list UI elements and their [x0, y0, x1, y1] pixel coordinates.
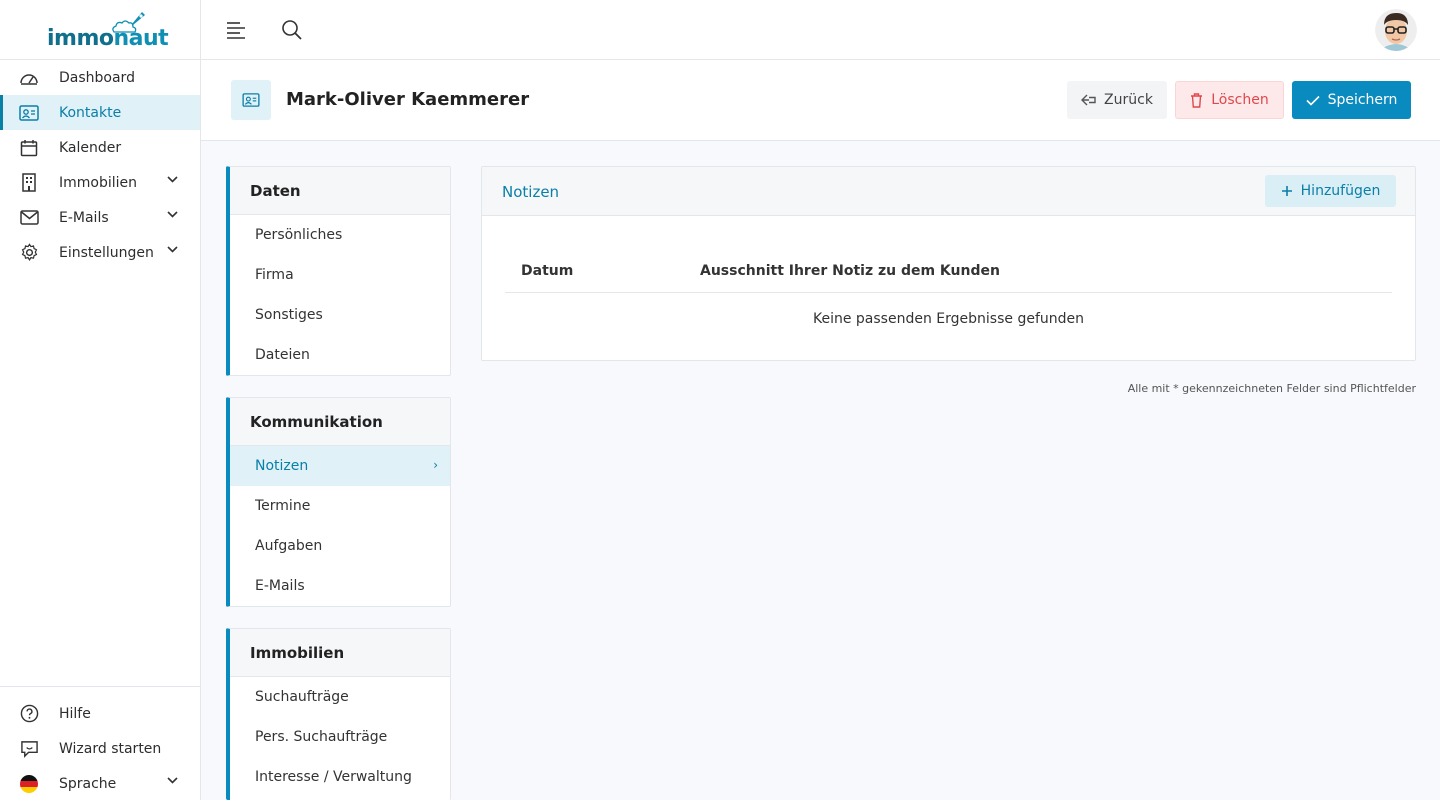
subnav-item-pers-suchauftraege[interactable]: Pers. Suchaufträge [230, 717, 450, 757]
chevron-down-icon [167, 777, 178, 784]
subnav-item-sonstiges[interactable]: Sonstiges [230, 295, 450, 335]
page-title: Mark-Oliver Kaemmerer [286, 89, 530, 110]
search-icon[interactable] [281, 19, 303, 41]
subnav-item-suchauftraege[interactable]: Suchaufträge [230, 677, 450, 717]
menu-toggle-icon[interactable] [225, 20, 247, 40]
sidebar-item-kontakte[interactable]: Kontakte [0, 95, 200, 130]
brand-logo[interactable]: immonaut [0, 0, 200, 60]
subnav-card-title: Immobilien [230, 629, 450, 677]
delete-button-label: Löschen [1211, 92, 1269, 108]
contact-card-icon [18, 102, 40, 124]
sidebar-nav: Dashboard Kontakte Kalender Immobilien E… [0, 60, 200, 270]
chevron-right-icon: › [433, 458, 438, 472]
back-button-label: Zurück [1104, 92, 1153, 108]
subnav-card-title: Kommunikation [230, 398, 450, 446]
notes-panel-title: Notizen [502, 183, 560, 201]
sidebar-item-sprache[interactable]: Sprache [0, 766, 200, 800]
empty-state-text: Keine passenden Ergebnisse gefunden [813, 311, 1084, 327]
save-button-label: Speichern [1327, 92, 1398, 108]
notes-table-header: Datum Ausschnitt Ihrer Notiz zu dem Kund… [505, 259, 1392, 293]
sidebar-item-label: Sprache [59, 775, 117, 792]
sidebar-item-einstellungen[interactable]: Einstellungen [0, 235, 200, 270]
sidebar-item-label: Kalender [59, 139, 122, 156]
contact-card-icon [231, 80, 271, 120]
wizard-icon [18, 738, 40, 760]
column-header-notiz[interactable]: Ausschnitt Ihrer Notiz zu dem Kunden [700, 263, 1000, 279]
sidebar-item-label: Wizard starten [59, 740, 162, 757]
gear-icon [18, 242, 40, 264]
german-flag-icon [18, 773, 40, 795]
add-note-button[interactable]: Hinzufügen [1265, 175, 1396, 207]
user-avatar[interactable] [1375, 9, 1417, 51]
chevron-down-icon [167, 176, 178, 183]
sidebar-bottom: Hilfe Wizard starten Sprache [0, 686, 200, 800]
sidebar-item-label: Immobilien [59, 174, 138, 191]
notes-panel: Notizen Hinzufügen Datum Ausschnitt Ihre… [481, 166, 1416, 361]
building-icon [18, 172, 40, 194]
notes-panel-header: Notizen Hinzufügen [482, 167, 1415, 216]
add-note-label: Hinzufügen [1300, 183, 1381, 199]
subnav-item-interesse-verwaltung[interactable]: Interesse / Verwaltung [230, 757, 450, 797]
save-button[interactable]: Speichern [1292, 81, 1411, 119]
sidebar-item-label: Einstellungen [59, 244, 154, 261]
subnav-item-aufgaben[interactable]: Aufgaben [230, 526, 450, 566]
subnav-item-termine[interactable]: Termine [230, 486, 450, 526]
checkmark-icon [1306, 95, 1320, 106]
back-button[interactable]: Zurück [1067, 81, 1167, 119]
sidebar-item-label: Dashboard [59, 69, 135, 86]
chevron-down-icon [167, 211, 178, 218]
subnav-item-emails[interactable]: E-Mails [230, 566, 450, 606]
sidebar-item-label: Hilfe [59, 705, 91, 722]
column-header-datum[interactable]: Datum [521, 263, 573, 279]
sidebar: immonaut Dashboard Kontakte Kalender Imm… [0, 0, 201, 800]
delete-button[interactable]: Löschen [1175, 81, 1284, 119]
calendar-icon [18, 137, 40, 159]
required-fields-note: Alle mit * gekennzeichneten Felder sind … [1127, 382, 1416, 395]
sidebar-item-hilfe[interactable]: Hilfe [0, 696, 200, 731]
subnav-card-kommunikation: Kommunikation Notizen › Termine Aufgaben… [226, 397, 451, 607]
trash-icon [1191, 92, 1203, 108]
subnav-card-daten: Daten Persönliches Firma Sonstiges Datei… [226, 166, 451, 376]
subnav-item-persoenliches[interactable]: Persönliches [230, 215, 450, 255]
sidebar-item-label: E-Mails [59, 209, 109, 226]
page-header: Mark-Oliver Kaemmerer Zurück Löschen Spe… [201, 60, 1440, 141]
plus-icon [1281, 186, 1292, 196]
brand-name: immonaut [47, 26, 169, 51]
subnav-item-firma[interactable]: Firma [230, 255, 450, 295]
subnav-item-notizen[interactable]: Notizen › [230, 446, 450, 486]
sidebar-item-wizard[interactable]: Wizard starten [0, 731, 200, 766]
dashboard-icon [18, 67, 40, 89]
chevron-down-icon [167, 246, 178, 253]
sidebar-item-kalender[interactable]: Kalender [0, 130, 200, 165]
subnav-card-title: Daten [230, 167, 450, 215]
arrow-left-icon [1081, 94, 1096, 106]
sidebar-item-immobilien[interactable]: Immobilien [0, 165, 200, 200]
subnav-card-immobilien: Immobilien Suchaufträge Pers. Suchaufträ… [226, 628, 451, 800]
subnav-item-dateien[interactable]: Dateien [230, 335, 450, 375]
mail-icon [18, 207, 40, 229]
sidebar-item-emails[interactable]: E-Mails [0, 200, 200, 235]
sidebar-item-dashboard[interactable]: Dashboard [0, 60, 200, 95]
help-icon [18, 703, 40, 725]
subnav-item-label: Notizen [255, 458, 309, 474]
sidebar-item-label: Kontakte [59, 104, 122, 121]
topbar [201, 0, 1440, 60]
